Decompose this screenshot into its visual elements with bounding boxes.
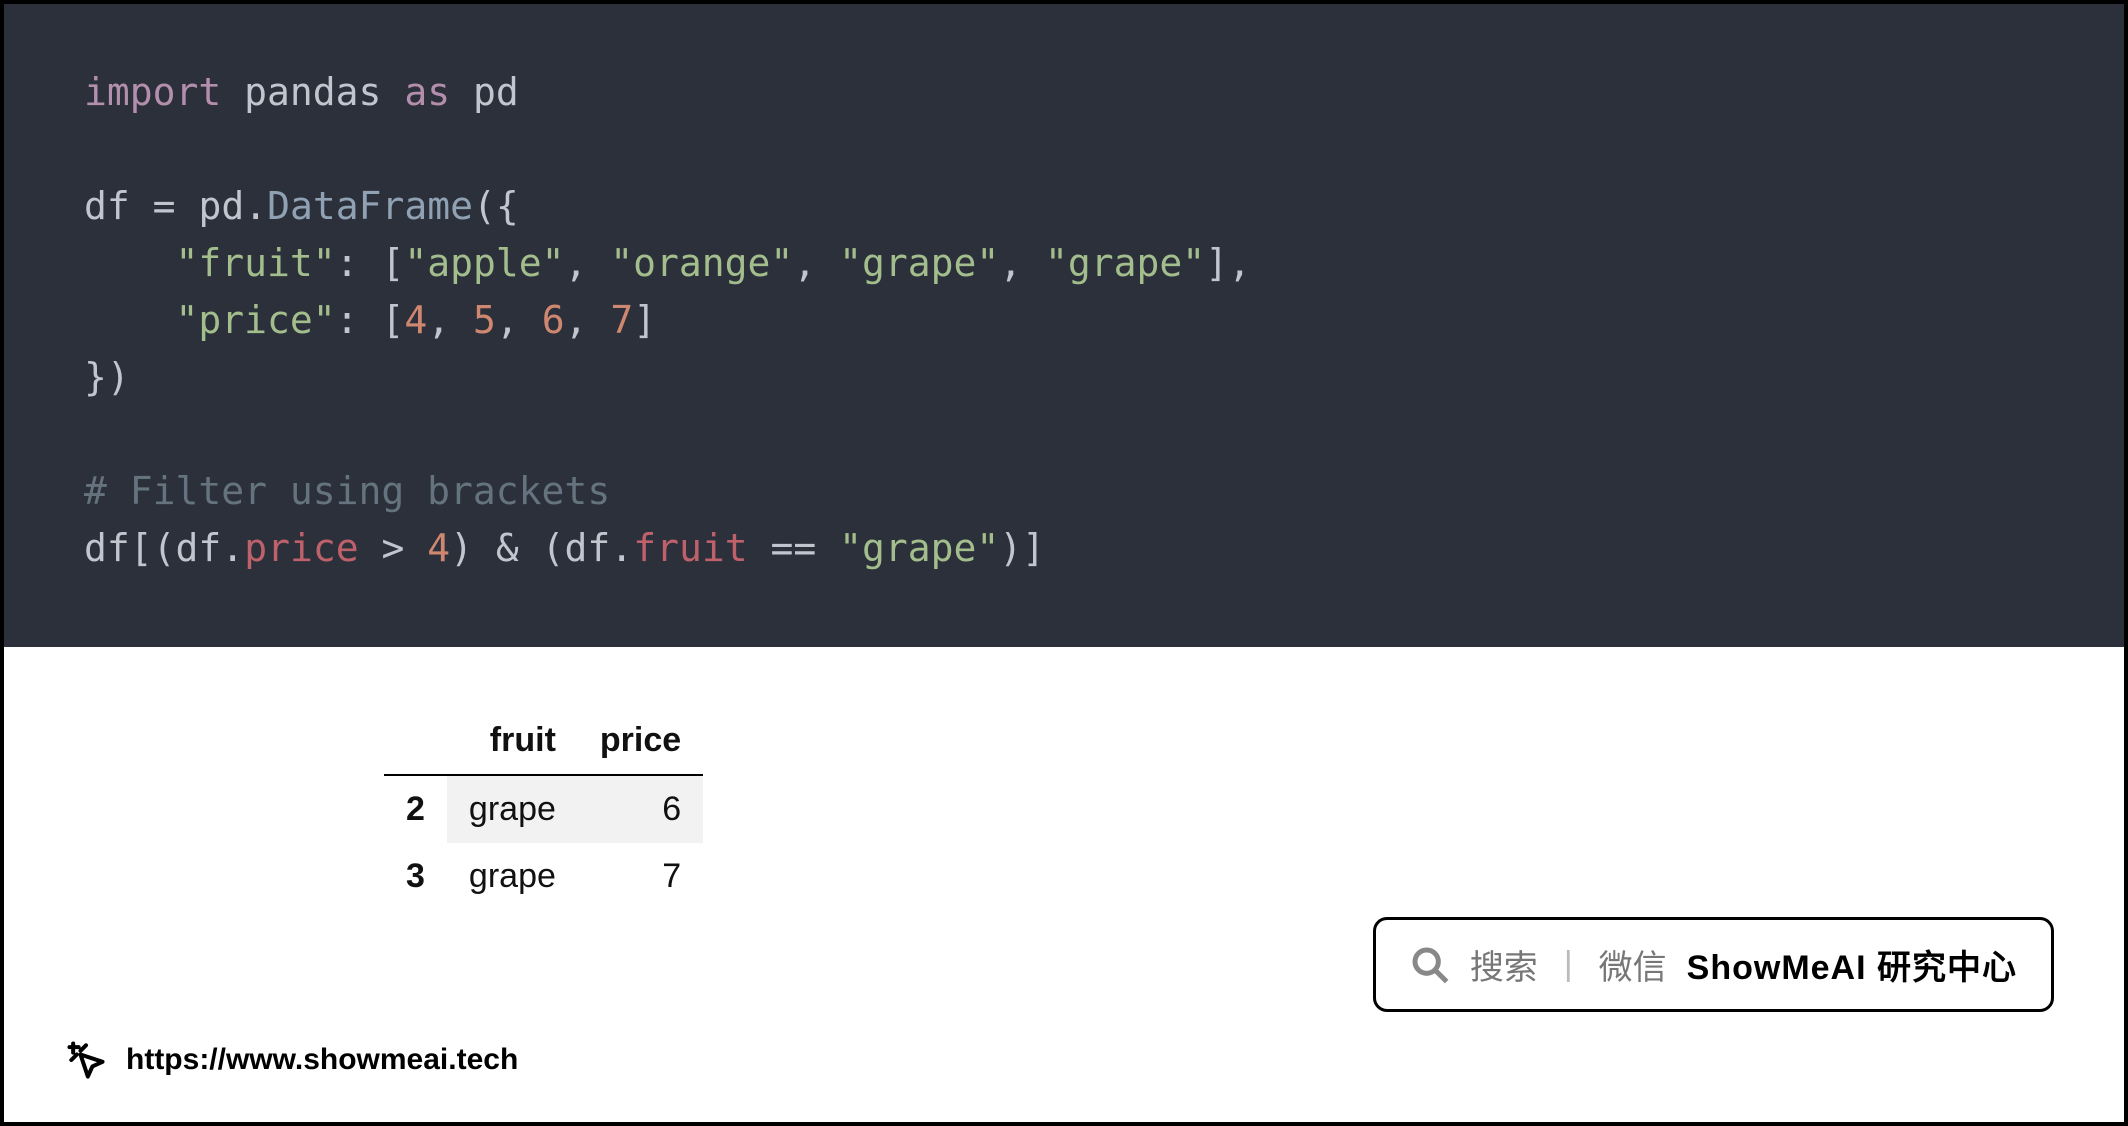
alias-pd: pd bbox=[473, 70, 519, 114]
cursor-click-icon bbox=[64, 1038, 108, 1082]
c1: , bbox=[565, 241, 588, 285]
colon1: : bbox=[336, 241, 359, 285]
table-row: 2 grape 6 bbox=[384, 775, 703, 843]
attr-fruit: fruit bbox=[633, 526, 747, 570]
attr-price: price bbox=[244, 526, 358, 570]
badge-brand: ShowMeAI 研究中心 bbox=[1687, 940, 2017, 989]
cell-price: 6 bbox=[578, 775, 703, 843]
footer-url: https://www.showmeai.tech bbox=[126, 1043, 518, 1077]
open-paren-brace: ({ bbox=[473, 184, 519, 228]
ctor-dataframe: DataFrame bbox=[267, 184, 473, 228]
output-area: fruit price 2 grape 6 3 grape 7 bbox=[4, 647, 2124, 910]
dot: . bbox=[244, 184, 267, 228]
key-fruit: "fruit" bbox=[176, 241, 336, 285]
str-grape2: "grape" bbox=[1045, 241, 1205, 285]
document-frame: import pandas as pd df = pd.DataFrame({ … bbox=[0, 0, 2128, 1126]
search-badge: 搜索 | 微信 ShowMeAI 研究中心 bbox=[1373, 917, 2054, 1012]
search-icon bbox=[1410, 945, 1450, 985]
badge-search-label: 搜索 bbox=[1470, 940, 1538, 989]
badge-wechat-label: 微信 bbox=[1599, 940, 1667, 989]
header-index bbox=[384, 707, 447, 775]
cell-price: 7 bbox=[578, 843, 703, 910]
code-block: import pandas as pd df = pd.DataFrame({ … bbox=[4, 4, 2124, 647]
c5: , bbox=[496, 298, 519, 342]
lb2: [ bbox=[381, 298, 404, 342]
df-ref3: df bbox=[565, 526, 611, 570]
lb1: [ bbox=[381, 241, 404, 285]
rb2: ] bbox=[633, 298, 656, 342]
str-orange: "orange" bbox=[610, 241, 793, 285]
cell-index: 2 bbox=[384, 775, 447, 843]
header-fruit: fruit bbox=[447, 707, 578, 775]
eq-op: == bbox=[770, 526, 816, 570]
pd-ref: pd bbox=[198, 184, 244, 228]
colon2: : bbox=[336, 298, 359, 342]
close-brace-paren: }) bbox=[84, 355, 130, 399]
output-table: fruit price 2 grape 6 3 grape 7 bbox=[384, 707, 703, 910]
badge-divider: | bbox=[1558, 945, 1579, 984]
header-price: price bbox=[578, 707, 703, 775]
n4: 4 bbox=[404, 298, 427, 342]
cell-fruit: grape bbox=[447, 843, 578, 910]
n5: 5 bbox=[473, 298, 496, 342]
rb1: ], bbox=[1205, 241, 1251, 285]
gt-op: > bbox=[381, 526, 404, 570]
c4: , bbox=[427, 298, 450, 342]
key-price: "price" bbox=[176, 298, 336, 342]
kw-as: as bbox=[404, 70, 450, 114]
str-apple: "apple" bbox=[404, 241, 564, 285]
dot2: . bbox=[221, 526, 244, 570]
cell-index: 3 bbox=[384, 843, 447, 910]
lit-grape: "grape" bbox=[839, 526, 999, 570]
footer-link[interactable]: https://www.showmeai.tech bbox=[64, 1038, 518, 1082]
var-df: df bbox=[84, 184, 130, 228]
cell-fruit: grape bbox=[447, 775, 578, 843]
str-grape1: "grape" bbox=[839, 241, 999, 285]
c3: , bbox=[999, 241, 1022, 285]
c2: , bbox=[793, 241, 816, 285]
df-ref1: df bbox=[84, 526, 130, 570]
eq: = bbox=[153, 184, 176, 228]
amp-op: ) & ( bbox=[450, 526, 564, 570]
rb-filter: )] bbox=[999, 526, 1045, 570]
n6: 6 bbox=[542, 298, 565, 342]
kw-import: import bbox=[84, 70, 221, 114]
module-pandas: pandas bbox=[244, 70, 381, 114]
df-ref2: df bbox=[176, 526, 222, 570]
c6: , bbox=[565, 298, 588, 342]
lit-4: 4 bbox=[427, 526, 450, 570]
lb-filter: [( bbox=[130, 526, 176, 570]
table-row: 3 grape 7 bbox=[384, 843, 703, 910]
n7: 7 bbox=[610, 298, 633, 342]
comment-filter: # Filter using brackets bbox=[84, 469, 610, 513]
dot3: . bbox=[610, 526, 633, 570]
table-header-row: fruit price bbox=[384, 707, 703, 775]
